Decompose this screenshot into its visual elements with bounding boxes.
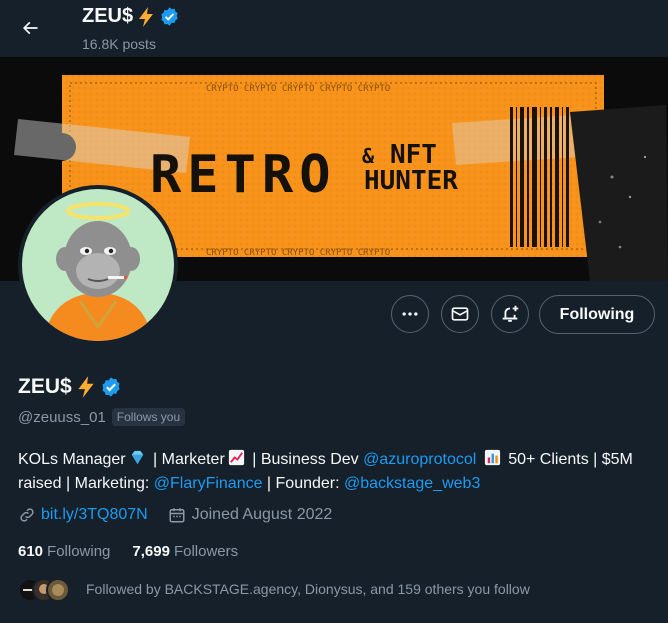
bio-part: | Marketer xyxy=(148,451,225,468)
lightning-emoji-icon xyxy=(139,6,154,27)
bell-plus-icon xyxy=(502,305,519,322)
website-item: bit.ly/3TQ807N xyxy=(18,506,148,524)
following-label: Following xyxy=(47,543,111,560)
mention-flaryfinance[interactable]: @FlaryFinance xyxy=(154,475,263,492)
joined-item: Joined August 2022 xyxy=(168,506,333,524)
banner-repeat-top: CRYPTO CRYPTO CRYPTO CRYPTO CRYPTO xyxy=(206,84,390,94)
mutual-avatars xyxy=(18,576,74,602)
following-count: 610 xyxy=(18,543,44,560)
banner-headline: RETRO xyxy=(150,145,337,205)
banner-repeat-bottom: CRYPTO CRYPTO CRYPTO CRYPTO CRYPTO xyxy=(206,248,390,258)
handle: @zeuuss_01 xyxy=(18,408,106,426)
posts-count: 16.8K posts xyxy=(82,36,156,52)
ape-avatar-image xyxy=(22,189,174,341)
profile-avatar[interactable] xyxy=(18,185,178,345)
followers-label: Followers xyxy=(173,543,239,560)
header-name: ZEU$ xyxy=(82,5,134,27)
following-stat[interactable]: 610 Following xyxy=(18,543,110,560)
mention-azuroprotocol[interactable]: @azuroprotocol xyxy=(363,451,476,468)
website-link[interactable]: bit.ly/3TQ807N xyxy=(41,506,148,524)
more-dots-icon xyxy=(402,312,418,316)
profile-name-row: ZEU$ xyxy=(18,375,122,399)
handle-row: @zeuuss_01 Follows you xyxy=(18,408,186,426)
followed-by-text: Followed by BACKSTAGE.agency, Dionysus, … xyxy=(86,581,530,597)
more-button[interactable] xyxy=(391,295,429,333)
chart-increasing-emoji-icon xyxy=(228,449,244,466)
header-title: ZEU$ xyxy=(82,5,180,28)
banner-amp: & xyxy=(362,144,375,168)
followed-by-row[interactable]: Followed by BACKSTAGE.agency, Dionysus, … xyxy=(18,576,530,602)
calendar-icon xyxy=(169,508,185,523)
display-name: ZEU$ xyxy=(18,375,72,398)
bio-part: | Founder: xyxy=(262,475,345,492)
mutual-avatar xyxy=(46,578,70,602)
bar-chart-emoji-icon xyxy=(484,449,500,466)
notifications-button[interactable] xyxy=(491,295,529,333)
verified-badge-icon xyxy=(161,7,178,26)
follow-stats: 610 Following 7,699 Followers xyxy=(18,543,238,560)
bio-part: | Business Dev xyxy=(247,451,359,468)
joined-date: Joined August 2022 xyxy=(191,506,333,523)
profile-meta: bit.ly/3TQ807N Joined August 2022 xyxy=(18,506,332,524)
profile-header: ZEU$ 16.8K posts xyxy=(0,0,668,57)
following-button[interactable]: Following xyxy=(539,295,655,334)
verified-badge-icon[interactable] xyxy=(100,376,122,398)
followers-count: 7,699 xyxy=(132,543,170,560)
mention-backstage-web3[interactable]: @backstage_web3 xyxy=(344,475,480,492)
back-button[interactable] xyxy=(12,10,48,46)
bio-part: KOLs Manager xyxy=(18,451,126,468)
followers-stat[interactable]: 7,699 Followers xyxy=(132,543,238,560)
lightning-emoji-icon xyxy=(78,376,94,398)
link-icon xyxy=(20,508,34,522)
gem-emoji-icon xyxy=(131,450,143,465)
banner-line2: HUNTER xyxy=(364,166,458,196)
message-button[interactable] xyxy=(441,295,479,333)
envelope-icon xyxy=(451,307,469,321)
follows-you-badge: Follows you xyxy=(111,408,186,426)
profile-bio: KOLs Manager | Marketer | Business Dev @… xyxy=(18,448,658,496)
arrow-left-icon xyxy=(22,21,38,35)
